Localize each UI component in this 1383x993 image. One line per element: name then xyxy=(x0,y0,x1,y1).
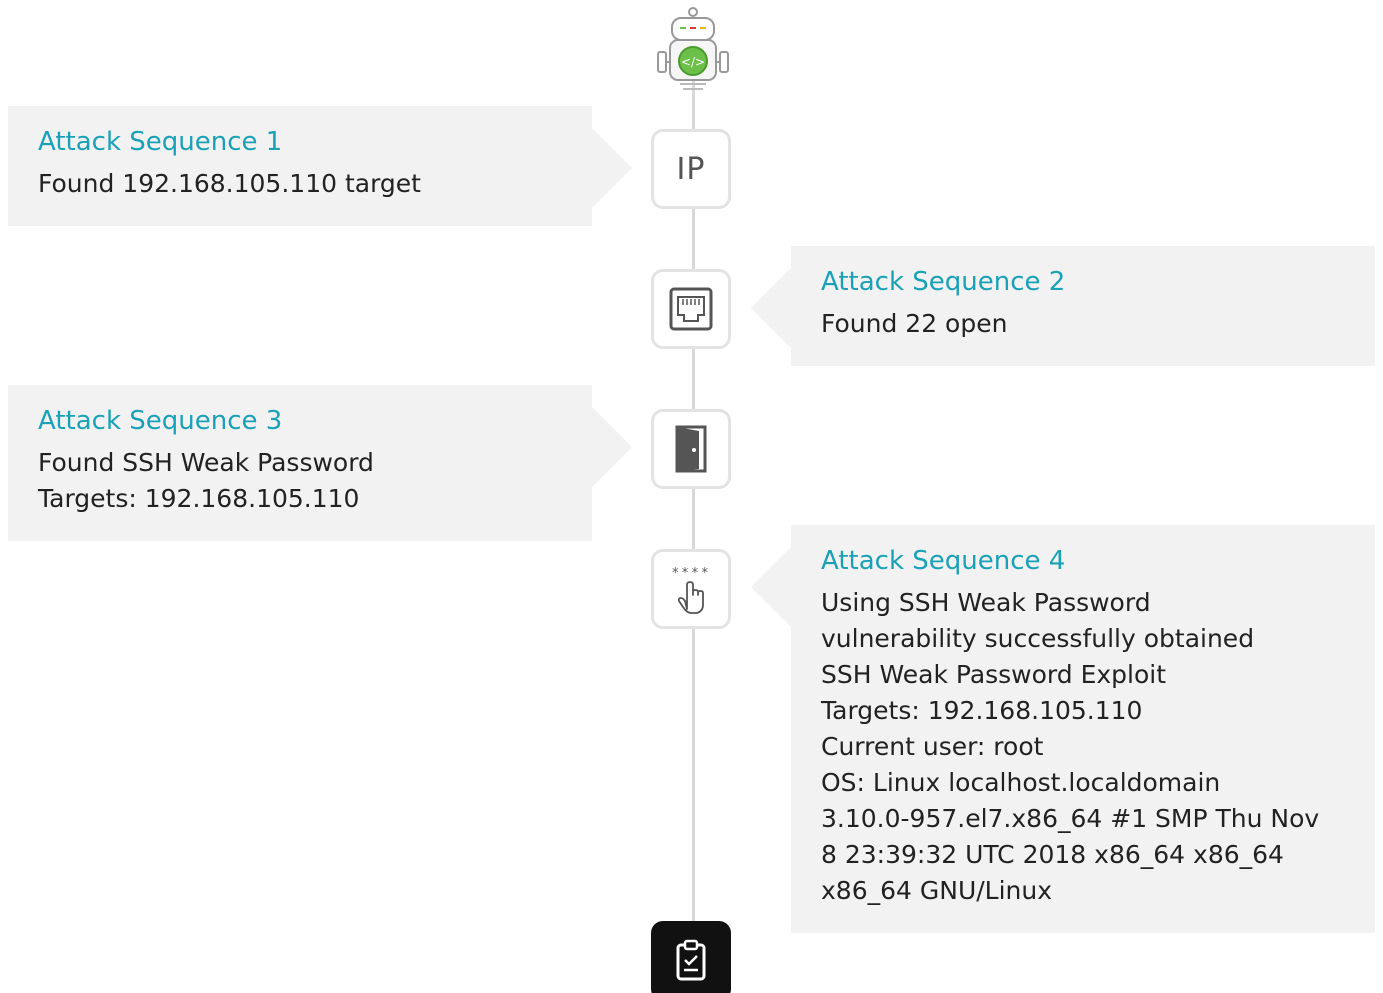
timeline-node-report[interactable] xyxy=(651,921,731,993)
attack-sequence-line: Targets: 192.168.105.110 xyxy=(821,696,1143,725)
attack-sequence-card-2: Attack Sequence 2 Found 22 open xyxy=(751,246,1375,366)
attack-sequence-line: Using SSH Weak Password xyxy=(821,588,1151,617)
ethernet-port-icon xyxy=(669,287,713,331)
attack-sequence-line: Found SSH Weak Password xyxy=(38,448,374,477)
attack-sequence-title: Attack Sequence 1 xyxy=(38,127,283,157)
attack-sequence-title: Attack Sequence 4 xyxy=(821,546,1066,576)
robot-icon: </> xyxy=(657,7,729,90)
timeline-node-ip: IP xyxy=(651,129,731,209)
attack-sequence-line: Targets: 192.168.105.110 xyxy=(38,484,360,513)
password-touch-icon: **** xyxy=(671,566,710,614)
timeline-node-password: **** xyxy=(651,549,731,629)
attack-sequence-body: Found 192.168.105.110 target xyxy=(38,166,562,202)
ip-label: IP xyxy=(676,151,706,187)
attack-sequence-body: Using SSH Weak Password vulnerability su… xyxy=(821,585,1345,909)
attack-sequence-line: vulnerability successfully obtained xyxy=(821,624,1255,653)
attack-sequence-line: Current user: root xyxy=(821,732,1044,761)
attack-sequence-card-3: Attack Sequence 3 Found SSH Weak Passwor… xyxy=(8,385,632,541)
password-mask: **** xyxy=(671,566,710,581)
attack-sequence-line: 8 23:39:32 UTC 2018 x86_64 x86_64 xyxy=(821,840,1284,869)
attack-sequence-body: Found SSH Weak Password Targets: 192.168… xyxy=(38,445,562,517)
attack-sequence-line: OS: Linux localhost.localdomain xyxy=(821,768,1221,797)
attack-sequence-line: Found 22 open xyxy=(821,309,1008,338)
attack-sequence-body: Found 22 open xyxy=(821,306,1345,342)
attack-sequence-card-1: Attack Sequence 1 Found 192.168.105.110 … xyxy=(8,106,632,226)
attack-sequence-title: Attack Sequence 3 xyxy=(38,406,283,436)
attack-sequence-title: Attack Sequence 2 xyxy=(821,267,1066,297)
attack-sequence-line: SSH Weak Password Exploit xyxy=(821,660,1167,689)
clipboard-check-icon xyxy=(676,939,706,981)
svg-text:</>: </> xyxy=(681,55,705,69)
attack-sequence-line: x86_64 GNU/Linux xyxy=(821,876,1053,905)
attack-sequence-card-4: Attack Sequence 4 Using SSH Weak Passwor… xyxy=(751,525,1375,933)
door-icon xyxy=(675,425,707,473)
attack-timeline-page: </> IP **** Attack Sequence 1 Found 192.… xyxy=(0,0,1383,993)
timeline-node-door xyxy=(651,409,731,489)
timeline-node-port xyxy=(651,269,731,349)
attack-sequence-line: Found 192.168.105.110 target xyxy=(38,169,421,198)
attack-sequence-line: 3.10.0-957.el7.x86_64 #1 SMP Thu Nov xyxy=(821,804,1320,833)
